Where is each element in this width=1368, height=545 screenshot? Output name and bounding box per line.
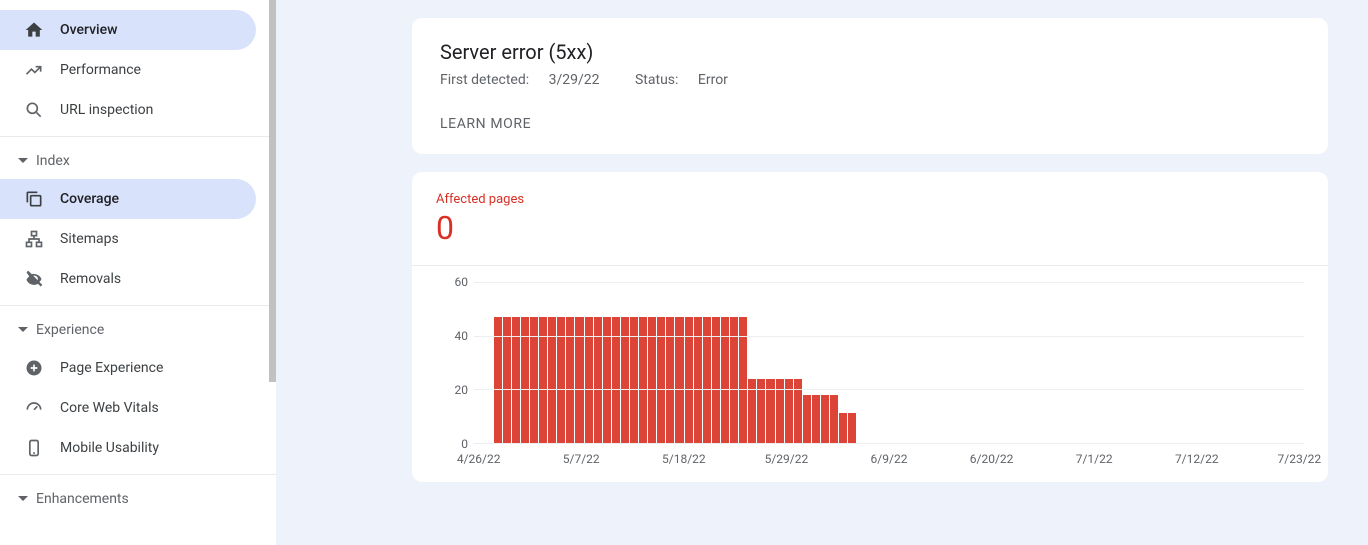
divider: [0, 474, 276, 475]
sidebar-item-sitemaps[interactable]: Sitemaps: [0, 219, 256, 259]
sidebar-item-performance[interactable]: Performance: [0, 50, 256, 90]
sidebar-scrollbar[interactable]: [269, 0, 276, 382]
visibility-off-icon: [24, 269, 44, 289]
divider: [0, 136, 276, 137]
chart-bar: [757, 379, 765, 443]
sidebar-section-label: Index: [36, 153, 70, 169]
chart-x-tick: 5/7/22: [563, 452, 600, 466]
search-icon: [24, 100, 44, 120]
chart-bar: [839, 413, 847, 443]
mobile-icon: [24, 438, 44, 458]
chart-x-tick: 6/9/22: [871, 452, 908, 466]
sidebar-item-label: Sitemaps: [60, 231, 119, 247]
sidebar-item-label: URL inspection: [60, 102, 153, 118]
chart-bar: [794, 379, 802, 443]
sidebar-item-overview[interactable]: Overview: [0, 10, 256, 50]
chart-bars: [484, 282, 1294, 443]
sidebar-item-label: Overview: [60, 22, 117, 38]
chart-x-tick: 5/18/22: [662, 452, 706, 466]
chart-bar: [848, 413, 856, 443]
chart-bar: [812, 395, 820, 443]
sidebar-item-page-experience[interactable]: Page Experience: [0, 348, 256, 388]
sidebar-item-core-web-vitals[interactable]: Core Web Vitals: [0, 388, 256, 428]
chart-bar: [785, 379, 793, 443]
sidebar-item-label: Performance: [60, 62, 141, 78]
sidebar-item-label: Page Experience: [60, 360, 163, 376]
chart-y-tick: 40: [455, 329, 469, 343]
sidebar-item-mobile-usability[interactable]: Mobile Usability: [0, 428, 256, 468]
sidebar-section-experience[interactable]: Experience: [0, 312, 276, 348]
sidebar-item-label: Mobile Usability: [60, 440, 159, 456]
chart-bar: [803, 395, 811, 443]
sitemap-icon: [24, 229, 44, 249]
chart-plot: [474, 282, 1304, 444]
chart-bar: [776, 379, 784, 443]
sidebar-section-enhancements[interactable]: Enhancements: [0, 481, 276, 517]
affected-pages-label: Affected pages: [436, 192, 1304, 207]
sidebar-section-index[interactable]: Index: [0, 143, 276, 179]
chart-y-tick: 20: [455, 383, 469, 397]
sidebar-section-label: Enhancements: [36, 491, 129, 507]
learn-more-link[interactable]: LEARN MORE: [440, 116, 1300, 132]
divider: [0, 305, 276, 306]
main-content: Server error (5xx) First detected: 3/29/…: [276, 0, 1368, 545]
chart: 0204060 4/26/225/7/225/18/225/29/226/9/2…: [436, 282, 1304, 470]
error-title: Server error (5xx): [440, 40, 1300, 64]
chart-x-tick: 7/12/22: [1175, 452, 1219, 466]
first-detected: First detected: 3/29/22: [440, 72, 619, 88]
plus-circle-icon: [24, 358, 44, 378]
sidebar-item-removals[interactable]: Removals: [0, 259, 256, 299]
chart-x-axis: 4/26/225/7/225/18/225/29/226/9/226/20/22…: [474, 448, 1304, 470]
trending-icon: [24, 60, 44, 80]
chart-x-tick: 7/1/22: [1076, 452, 1113, 466]
sidebar-item-url-inspection[interactable]: URL inspection: [0, 90, 256, 130]
copy-icon: [24, 189, 44, 209]
caret-down-icon: [18, 156, 28, 166]
chart-y-tick: 60: [455, 275, 469, 289]
sidebar: Overview Performance URL inspection Inde…: [0, 0, 276, 545]
chart-x-tick: 6/20/22: [970, 452, 1014, 466]
error-meta: First detected: 3/29/22 Status: Error: [440, 72, 1300, 88]
chart-bar: [830, 395, 838, 443]
caret-down-icon: [18, 325, 28, 335]
divider: [412, 265, 1328, 266]
error-summary-card: Server error (5xx) First detected: 3/29/…: [412, 18, 1328, 154]
chart-x-tick: 7/23/22: [1278, 452, 1322, 466]
caret-down-icon: [18, 494, 28, 504]
speed-icon: [24, 398, 44, 418]
sidebar-item-label: Removals: [60, 271, 121, 287]
chart-y-tick: 0: [461, 437, 468, 451]
status: Status: Error: [635, 72, 744, 88]
chart-x-tick: 5/29/22: [765, 452, 809, 466]
sidebar-item-label: Coverage: [60, 191, 119, 207]
sidebar-section-label: Experience: [36, 322, 104, 338]
affected-pages-value: 0: [436, 209, 1304, 247]
home-icon: [24, 20, 44, 40]
chart-bar: [821, 395, 829, 443]
chart-bar: [766, 379, 774, 443]
sidebar-item-label: Core Web Vitals: [60, 400, 159, 416]
affected-pages-card: Affected pages 0 0 20 40 60 4/26/22 5/7/22 5/…: [412, 172, 1328, 482]
chart-bar: [748, 379, 756, 443]
chart-y-axis: 0204060: [436, 282, 474, 444]
sidebar-item-coverage[interactable]: Coverage: [0, 179, 256, 219]
chart-x-tick: 4/26/22: [457, 452, 501, 466]
